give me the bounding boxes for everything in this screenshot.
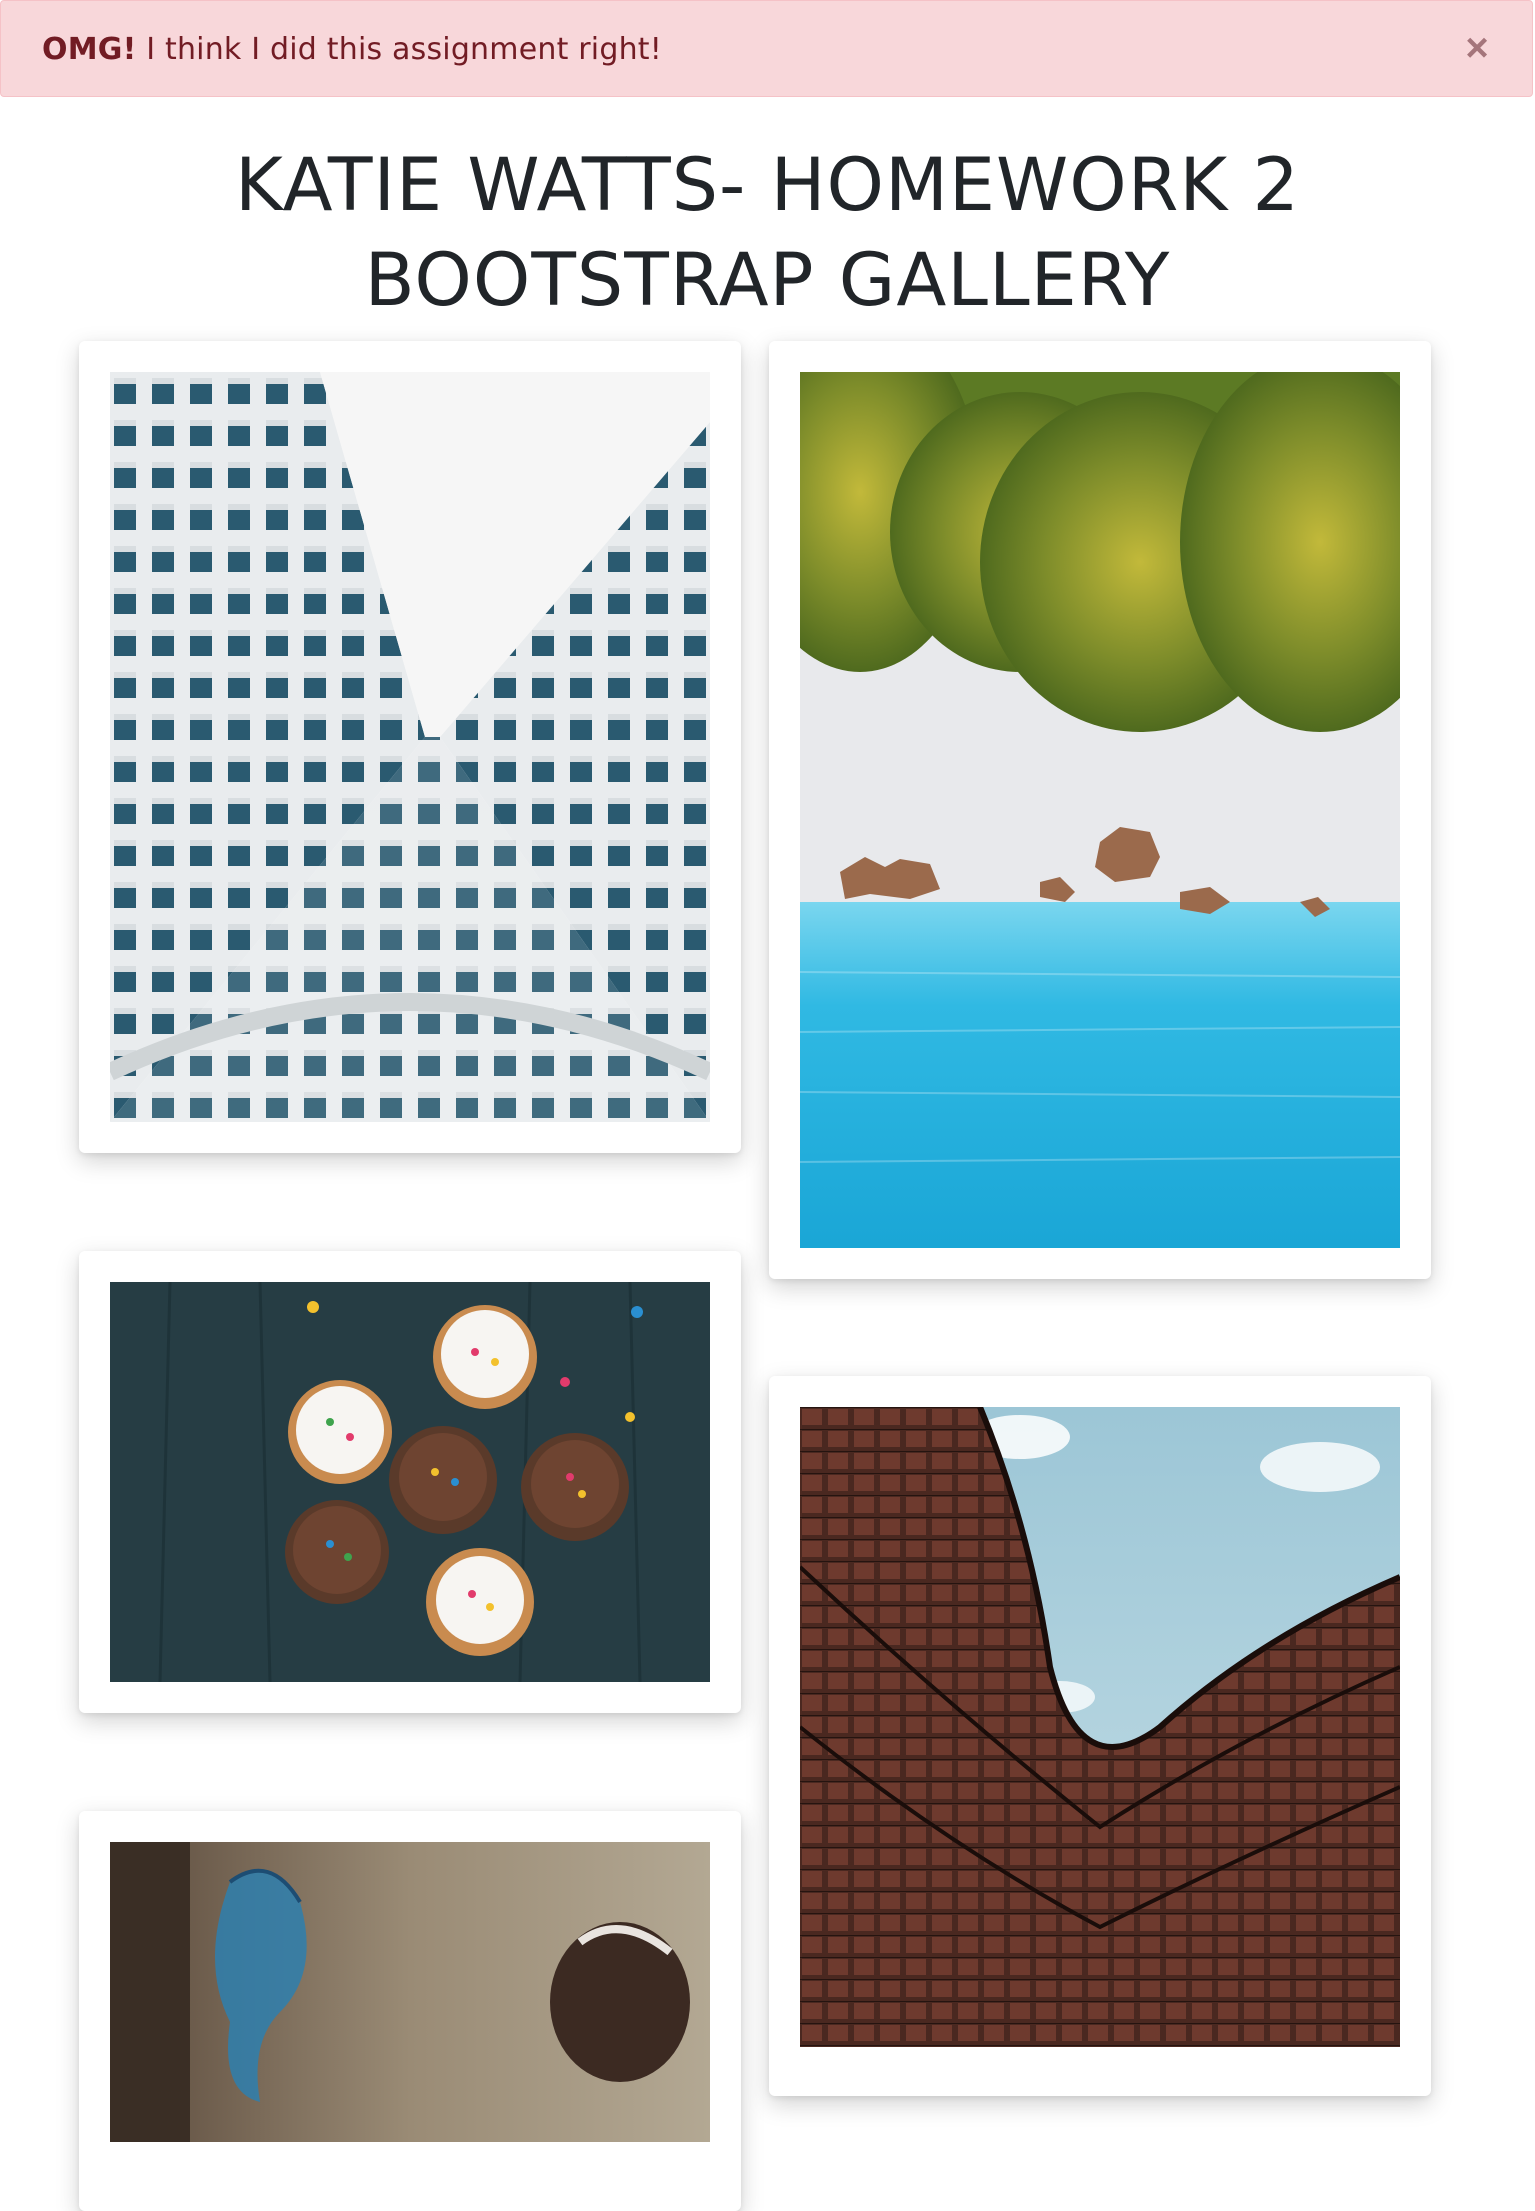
alert-message: OMG! I think I did this assignment right… — [42, 32, 662, 67]
alert-body: I think I did this assignment right! — [136, 32, 662, 67]
title-line-2: BOOTSTRAP GALLERY — [364, 238, 1171, 323]
title-line-1: KATIE WATTS- HOMEWORK 2 — [235, 143, 1300, 228]
gallery-card-beach — [769, 341, 1431, 1279]
gallery-card-building-up — [79, 341, 741, 1153]
alert-banner: OMG! I think I did this assignment right… — [0, 0, 1533, 97]
photo-building-up[interactable] — [110, 372, 710, 1122]
photo-cupcakes[interactable] — [110, 1282, 710, 1682]
gallery-card-curved-building — [769, 1376, 1431, 2096]
photo-curved-building[interactable] — [800, 1407, 1400, 2047]
gallery-card-cupcakes — [79, 1251, 741, 1713]
close-icon[interactable]: × — [1460, 28, 1494, 68]
photo-graffiti[interactable] — [110, 1842, 710, 2142]
alert-strong: OMG! — [42, 32, 137, 67]
gallery-card-graffiti — [79, 1811, 741, 2211]
page-title: KATIE WATTS- HOMEWORK 2 BOOTSTRAP GALLER… — [0, 138, 1535, 328]
photo-beach[interactable] — [800, 372, 1400, 1248]
